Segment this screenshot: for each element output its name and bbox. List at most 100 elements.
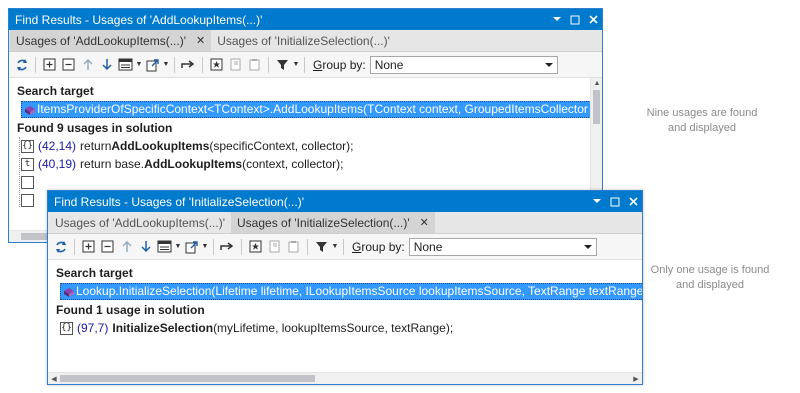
tab-strip: Usages of 'AddLookupItems(...)' Usages o…: [48, 212, 642, 234]
tab-usages-initializeselection[interactable]: Usages of 'InitializeSelection(...)' ✕: [231, 212, 435, 233]
scroll-left-icon[interactable]: ◀: [49, 374, 59, 384]
horizontal-scrollbar[interactable]: ◀ ▶: [48, 372, 642, 384]
expand-all-icon[interactable]: [79, 237, 98, 257]
tab-label: Usages of 'InitializeSelection(...)': [217, 33, 390, 48]
tab-label: Usages of 'InitializeSelection(...)': [237, 215, 410, 230]
chevron-down-icon[interactable]: ▼: [292, 55, 300, 75]
chevron-down-icon: [583, 244, 592, 249]
window-menu-dropdown-icon[interactable]: [588, 191, 606, 212]
close-tab-icon[interactable]: ✕: [196, 34, 205, 47]
toolbar-separator: [213, 238, 214, 255]
export-icon[interactable]: [182, 237, 201, 257]
group-by-value: None: [374, 57, 404, 72]
selected-search-target[interactable]: Lookup.InitializeSelection(Lifetime life…: [60, 282, 642, 300]
pin-icon[interactable]: [566, 9, 584, 30]
found-usages-heading: Found 1 usage in solution: [56, 302, 205, 317]
window-menu-dropdown-icon[interactable]: [548, 9, 566, 30]
block-icon: {}: [60, 321, 73, 335]
annotation-nine-usages: Nine usages are found and displayed: [646, 106, 758, 136]
type-icon: t: [21, 157, 34, 171]
goto-icon[interactable]: [179, 55, 198, 75]
filter-panel-icon[interactable]: [155, 237, 174, 257]
tab-label: Usages of 'AddLookupItems(...)': [16, 33, 186, 48]
group-by-label: Group by:: [352, 240, 405, 254]
method-icon: [25, 105, 35, 115]
collapse-all-icon[interactable]: [98, 237, 117, 257]
type-icon: [21, 175, 34, 189]
results-tree: Search target Lookup.InitializeSelection…: [48, 260, 642, 384]
group-by-select[interactable]: None: [369, 55, 558, 74]
filter-icon[interactable]: [273, 55, 292, 75]
paste-icon[interactable]: [245, 55, 264, 75]
refresh-icon[interactable]: [12, 55, 31, 75]
usage-code-suffix: (context, collector);: [242, 157, 344, 171]
tab-label: Usages of 'AddLookupItems(...)': [55, 215, 225, 230]
group-by-select[interactable]: None: [408, 237, 597, 256]
toolbar-separator: [304, 56, 305, 73]
goto-icon[interactable]: [218, 237, 237, 257]
annotation-line: Only one usage is found: [650, 264, 770, 276]
search-target-row[interactable]: ItemsProviderOfSpecificContext<TContext>…: [9, 100, 602, 118]
chevron-down-icon[interactable]: ▼: [331, 237, 339, 257]
tab-usages-addlookupitems[interactable]: Usages of 'AddLookupItems(...)' ✕: [10, 30, 212, 51]
group-by-accesskey: G: [313, 57, 323, 72]
usage-row[interactable]: {} (97,7) InitializeSelection (myLifetime…: [48, 319, 642, 337]
paste-icon[interactable]: [284, 237, 303, 257]
search-target-heading: Search target: [17, 83, 94, 98]
toolbar: ▼ ▼ ▼ Group by: None: [48, 234, 642, 260]
close-tab-icon[interactable]: ✕: [420, 216, 429, 229]
scroll-up-icon[interactable]: ▲: [593, 78, 601, 88]
chevron-down-icon[interactable]: ▼: [174, 237, 182, 257]
scroll-right-icon[interactable]: ▶: [631, 374, 641, 384]
collapse-all-icon[interactable]: [59, 55, 78, 75]
chevron-down-icon[interactable]: ▼: [162, 55, 170, 75]
close-window-button[interactable]: [584, 9, 602, 30]
usage-match: InitializeSelection: [112, 321, 214, 335]
mark-icon[interactable]: [207, 55, 226, 75]
usage-row[interactable]: {} (42,14) return AddLookupItems (specifi…: [9, 137, 602, 155]
toolbar: ▼ ▼ ▼ Group by: None: [9, 52, 602, 78]
window-title: Find Results - Usages of 'InitializeSele…: [54, 194, 305, 209]
title-bar: Find Results - Usages of 'AddLookupItems…: [9, 9, 602, 30]
block-icon: {}: [21, 139, 34, 153]
refresh-icon[interactable]: [51, 237, 70, 257]
chevron-down-icon[interactable]: ▼: [201, 237, 209, 257]
group-by-accesskey: G: [352, 239, 362, 254]
previous-icon[interactable]: [78, 55, 97, 75]
group-by-label-text: roup by:: [322, 57, 366, 72]
usage-row-partial[interactable]: [9, 173, 602, 191]
selected-search-target[interactable]: ItemsProviderOfSpecificContext<TContext>…: [21, 100, 591, 118]
next-icon[interactable]: [136, 237, 155, 257]
toolbar-separator: [74, 238, 75, 255]
search-target-heading: Search target: [56, 265, 133, 280]
window-title: Find Results - Usages of 'AddLookupItems…: [15, 12, 263, 27]
copy-icon[interactable]: [265, 237, 284, 257]
tab-usages-addlookupitems[interactable]: Usages of 'AddLookupItems(...)': [49, 212, 231, 233]
pin-icon[interactable]: [606, 191, 624, 212]
tab-strip: Usages of 'AddLookupItems(...)' ✕ Usages…: [9, 30, 602, 52]
horizontal-scroll-thumb[interactable]: [60, 375, 315, 382]
method-icon: [64, 287, 74, 297]
toolbar-separator: [35, 56, 36, 73]
chevron-down-icon[interactable]: ▼: [135, 55, 143, 75]
search-target-text: Lookup.InitializeSelection(Lifetime life…: [76, 284, 642, 298]
usage-code-suffix: (myLifetime, lookupItemsSource, textRang…: [213, 321, 454, 335]
toolbar-separator: [202, 56, 203, 73]
copy-icon[interactable]: [226, 55, 245, 75]
toolbar-separator: [174, 56, 175, 73]
previous-icon[interactable]: [117, 237, 136, 257]
usage-code-prefix: return base.: [80, 157, 145, 171]
search-target-row[interactable]: Lookup.InitializeSelection(Lifetime life…: [48, 282, 642, 300]
close-window-button[interactable]: [624, 191, 642, 212]
filter-icon[interactable]: [312, 237, 331, 257]
expand-all-icon[interactable]: [40, 55, 59, 75]
export-icon[interactable]: [143, 55, 162, 75]
tree-connector: [19, 137, 20, 207]
usage-row[interactable]: t (40,19) return base. AddLookupItems (con…: [9, 155, 602, 173]
vertical-scroll-thumb[interactable]: [593, 90, 600, 124]
filter-panel-icon[interactable]: [116, 55, 135, 75]
mark-icon[interactable]: [246, 237, 265, 257]
tab-usages-initializeselection[interactable]: Usages of 'InitializeSelection(...)': [211, 30, 396, 51]
usage-match: AddLookupItems: [111, 139, 210, 153]
next-icon[interactable]: [97, 55, 116, 75]
